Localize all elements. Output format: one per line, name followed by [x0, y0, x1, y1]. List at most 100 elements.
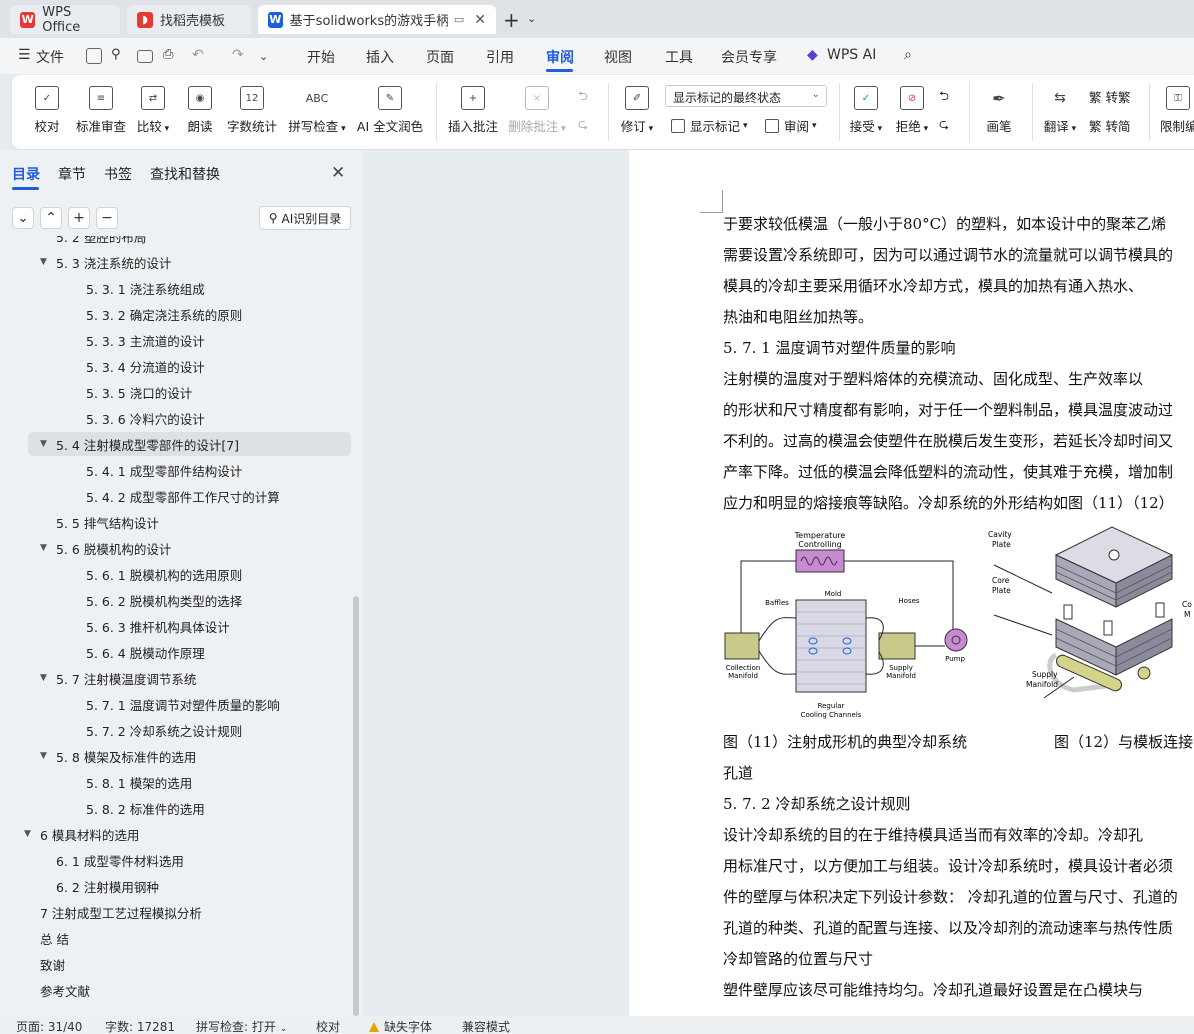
menu-review[interactable]: 审阅 [546, 47, 574, 67]
reject-button[interactable]: ⊘ 拒绝 ▾ [894, 86, 930, 135]
next-comment-icon[interactable]: ⮎ [578, 115, 588, 136]
toc-item[interactable]: 6. 1 成型零件材料选用 [40, 848, 184, 872]
save-icon[interactable] [86, 48, 102, 64]
panel-tab-sections[interactable]: 章节 [58, 164, 86, 184]
ink-button[interactable]: ✒ 画笔 [984, 86, 1014, 135]
spell-check-button[interactable]: ABC 拼写检查 ▾ [287, 86, 347, 135]
chevron-down-icon[interactable]: ⌄ [527, 12, 536, 25]
toc-item[interactable]: 5. 6. 1 脱模机构的选用原则 [70, 562, 242, 586]
accept-button[interactable]: ✓ 接受 ▾ [848, 86, 884, 135]
expand-toggle-icon[interactable]: ▼ [40, 439, 54, 449]
toc-item[interactable]: 5. 3. 2 确定浇注系统的原则 [70, 302, 242, 326]
toc-item[interactable]: 总 结 [24, 926, 69, 950]
toc-item[interactable]: 5. 2 塑腔的布局 [40, 236, 146, 248]
show-markup-button[interactable]: 显示标记 ▾ [671, 116, 748, 135]
print-icon[interactable] [137, 50, 153, 63]
new-tab-icon[interactable]: + [503, 8, 520, 32]
search-icon[interactable]: ⌕ [904, 47, 912, 63]
word-count-button[interactable]: 12 字数统计 [226, 86, 278, 135]
window-mode-icon[interactable]: ▭ [454, 13, 464, 26]
toc-item[interactable]: 5. 5 排气结构设计 [40, 510, 159, 534]
toc-item[interactable]: 致谢 [24, 952, 65, 976]
track-changes-button[interactable]: ✐ 修订 ▾ [618, 86, 656, 135]
toc-item[interactable]: 5. 4. 2 成型零部件工作尺寸的计算 [70, 484, 280, 508]
close-panel-icon[interactable]: ✕ [331, 163, 345, 183]
toc-item[interactable]: ▼ 5. 8 模架及标准件的选用 [40, 744, 196, 768]
toc-item[interactable]: ▼ 5. 7 注射模温度调节系统 [40, 666, 196, 690]
missing-font-indicator[interactable]: 缺失字体 [369, 1018, 432, 1034]
document-page[interactable]: 于要求较低模温（一般小于80°C）的塑料，如本设计中的聚苯乙烯 需要设置冷系统即可… [629, 150, 1194, 1016]
toc-item[interactable]: 5. 8. 1 模架的选用 [70, 770, 192, 794]
toc-item[interactable]: 6. 2 注射模用钢种 [40, 874, 159, 898]
toc-item[interactable]: 5. 7. 2 冷却系统之设计规则 [70, 718, 242, 742]
toc-item[interactable]: 5. 3. 6 冷料穴的设计 [70, 406, 205, 430]
hamburger-icon[interactable]: ☰ [18, 47, 31, 63]
next-change-icon[interactable]: ⮎ [939, 115, 949, 136]
tab-wps-office[interactable]: W WPS Office [10, 5, 120, 35]
menu-insert[interactable]: 插入 [366, 47, 394, 67]
prev-comment-icon[interactable]: ⮌ [578, 87, 588, 108]
to-traditional-button[interactable]: 繁 转繁 [1089, 87, 1131, 106]
panel-tab-bookmarks[interactable]: 书签 [104, 164, 132, 184]
menu-member[interactable]: 会员专享 [721, 47, 777, 67]
toc-item[interactable]: ▼ 6 模具材料的选用 [24, 822, 139, 846]
menu-file[interactable]: 文件 [36, 47, 64, 67]
export-pdf-icon[interactable]: ⚲ [111, 47, 121, 62]
ai-toc-button[interactable]: ⚲ AI识别目录 [259, 206, 351, 230]
menu-view[interactable]: 视图 [604, 47, 632, 67]
expand-toggle-icon[interactable]: ▼ [40, 543, 54, 553]
menu-references[interactable]: 引用 [486, 47, 514, 67]
menu-page[interactable]: 页面 [426, 47, 454, 67]
panel-tab-toc[interactable]: 目录 [12, 164, 40, 184]
toc-item[interactable]: 参考文献 [24, 978, 90, 1002]
translate-button[interactable]: ⇆ 翻译 ▾ [1040, 86, 1080, 135]
toc-item[interactable]: 5. 7. 1 温度调节对塑件质量的影响 [70, 692, 280, 716]
display-mode-select[interactable]: 显示标记的最终状态 ⌄ [665, 85, 827, 107]
toc-item[interactable]: ▼ 5. 3 浇注系统的设计 [40, 250, 171, 274]
toc-item[interactable]: ▼ 5. 6 脱模机构的设计 [40, 536, 171, 560]
more-chevron-icon[interactable]: ⌄ [259, 50, 268, 63]
delete-comment-button[interactable]: × 删除批注 ▾ [506, 86, 568, 135]
word-count-indicator[interactable]: 字数: 17281 [105, 1018, 175, 1034]
toc-item[interactable]: 5. 3. 1 浇注系统组成 [70, 276, 205, 300]
to-simplified-button[interactable]: 繁 转简 [1089, 116, 1131, 135]
review-pane-button[interactable]: 审阅 ▾ [765, 116, 817, 135]
toc-item[interactable]: 5. 3. 4 分流道的设计 [70, 354, 205, 378]
compare-button[interactable]: ⇄ 比较 ▾ [134, 86, 172, 135]
toc-item[interactable]: 5. 8. 2 标准件的选用 [70, 796, 205, 820]
expand-toggle-icon[interactable]: ▼ [40, 257, 54, 267]
expand-toggle-icon[interactable]: ▼ [24, 829, 38, 839]
proofread-indicator[interactable]: 校对 [316, 1018, 340, 1034]
remove-heading-icon[interactable]: − [96, 207, 118, 229]
spell-check-indicator[interactable]: 拼写检查: 打开 ⌄ [196, 1018, 287, 1034]
add-heading-icon[interactable]: + [68, 207, 90, 229]
tab-document[interactable]: W 基于solidworks的游戏手柄双 ▭ ✕ [258, 5, 496, 34]
toc-item[interactable]: 7 注射成型工艺过程模拟分析 [24, 900, 202, 924]
close-tab-icon[interactable]: ✕ [474, 12, 486, 28]
ai-polish-button[interactable]: ✎ AI 全文润色 [356, 86, 424, 135]
standard-review-button[interactable]: ≡ 标准审查 [75, 86, 127, 135]
expand-up-icon[interactable]: ⌃ [40, 207, 62, 229]
menu-tools[interactable]: 工具 [665, 47, 693, 67]
page-indicator[interactable]: 页面: 31/40 [16, 1018, 82, 1034]
expand-toggle-icon[interactable]: ▼ [40, 751, 54, 761]
insert-comment-button[interactable]: + 插入批注 [448, 86, 498, 135]
read-aloud-button[interactable]: ◉ 朗读 [185, 86, 215, 135]
tab-docer[interactable]: ◗ 找稻壳模板 [127, 5, 251, 34]
undo-icon[interactable]: ↶ [192, 47, 204, 63]
toc-item[interactable]: 5. 6. 2 脱模机构类型的选择 [70, 588, 242, 612]
collapse-all-icon[interactable]: ⌄ [12, 207, 34, 229]
menu-home[interactable]: 开始 [307, 47, 335, 67]
expand-toggle-icon[interactable]: ▼ [40, 673, 54, 683]
toc-item[interactable]: 5. 3. 5 浇口的设计 [70, 380, 192, 404]
toc-item[interactable]: ▼ 5. 4 注射模成型零部件的设计[7] [28, 432, 351, 456]
proofread-button[interactable]: ✓ 校对 [32, 86, 62, 135]
prev-change-icon[interactable]: ⮌ [939, 87, 949, 108]
panel-tab-find-replace[interactable]: 查找和替换 [150, 164, 220, 184]
toc-item[interactable]: 5. 3. 3 主流道的设计 [70, 328, 205, 352]
toc-scrollbar[interactable] [353, 596, 359, 1016]
redo-icon[interactable]: ↷ [232, 47, 244, 63]
toc-item[interactable]: 5. 6. 4 脱模动作原理 [70, 640, 205, 664]
toc-item[interactable]: 5. 4. 1 成型零部件结构设计 [70, 458, 242, 482]
restrict-edit-button[interactable]: ⚿ 限制编 [1160, 86, 1194, 135]
